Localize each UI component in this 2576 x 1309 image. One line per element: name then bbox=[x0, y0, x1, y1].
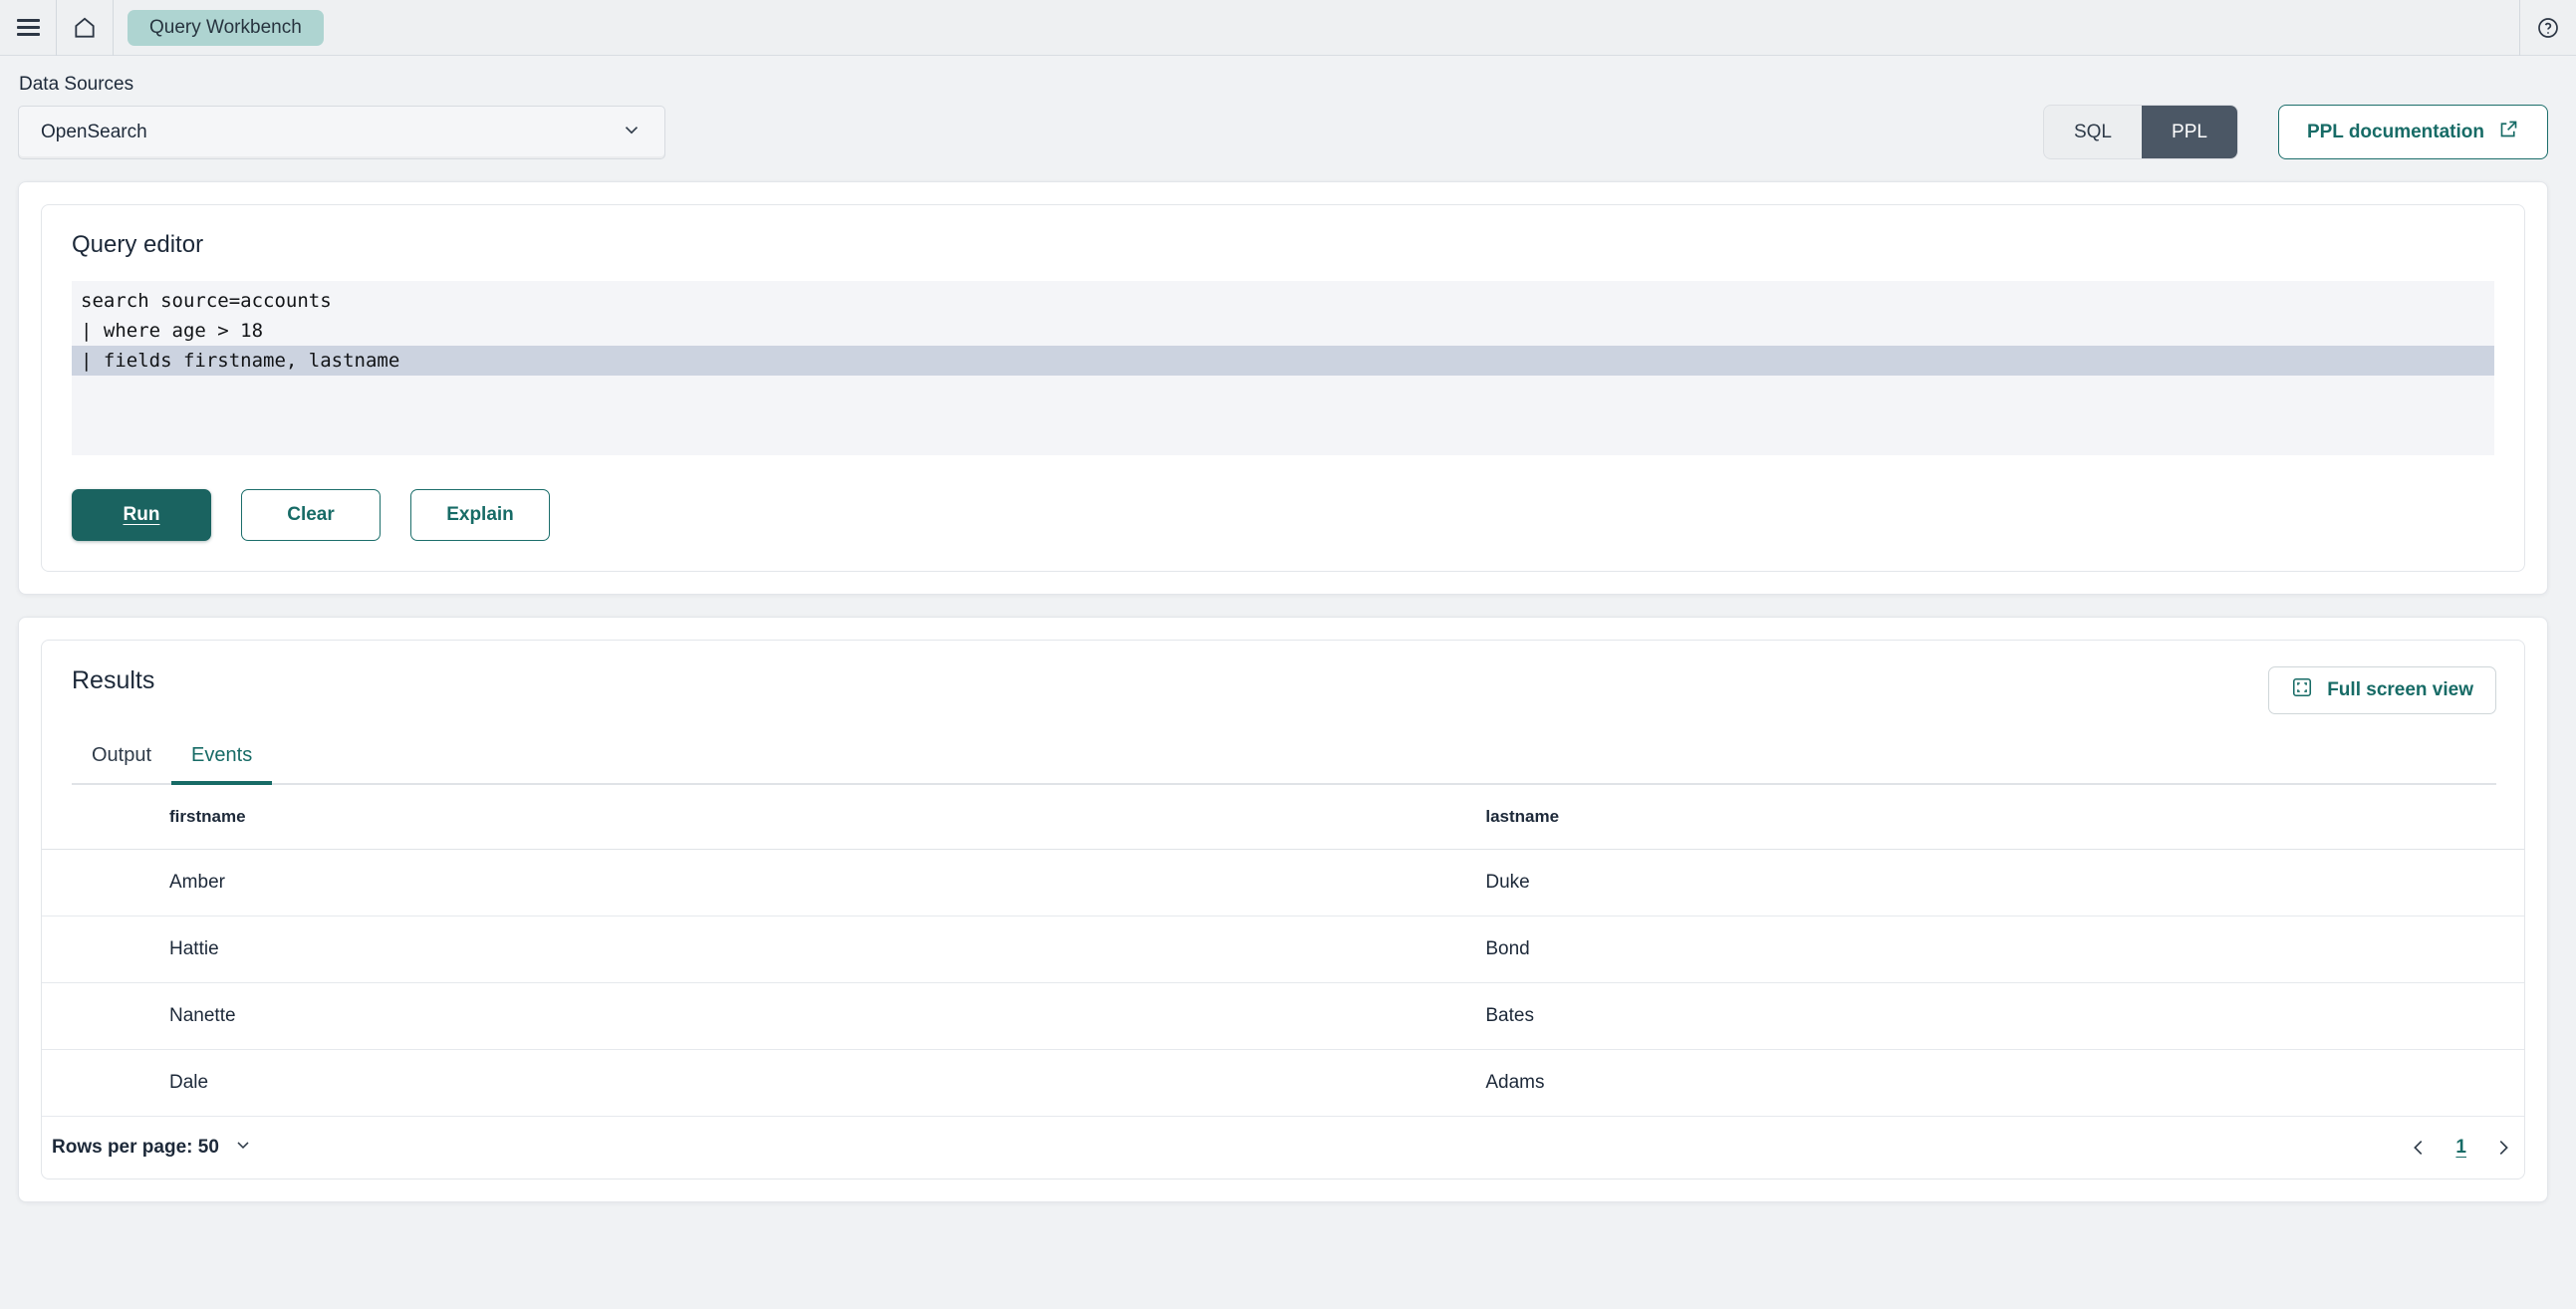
results-table-header: firstname lastname bbox=[42, 785, 2524, 850]
query-language-group: SQL PPL PPL documentation bbox=[2043, 105, 2548, 159]
editor-line-active: | fields firstname, lastname bbox=[72, 346, 2494, 376]
query-editor-title: Query editor bbox=[72, 231, 2494, 259]
data-source-toolbar: Data Sources OpenSearch SQL PPL PPL docu… bbox=[0, 56, 2576, 159]
topbar-right-group bbox=[2519, 0, 2576, 56]
language-option-ppl[interactable]: PPL bbox=[2142, 106, 2237, 158]
cell-firstname: Dale bbox=[42, 1050, 1481, 1117]
fullscreen-icon bbox=[2291, 676, 2313, 704]
query-editor-card: Query editor search source=accounts | wh… bbox=[41, 204, 2525, 572]
query-language-toggle[interactable]: SQL PPL bbox=[2043, 105, 2238, 159]
data-source-group: Data Sources OpenSearch bbox=[18, 74, 665, 159]
results-panel: Results Full screen view Output Events f… bbox=[18, 617, 2548, 1202]
tab-output[interactable]: Output bbox=[72, 744, 171, 783]
cell-firstname: Hattie bbox=[42, 916, 1481, 983]
table-row[interactable]: Nanette Bates bbox=[42, 983, 2524, 1050]
query-editor-panel: Query editor search source=accounts | wh… bbox=[18, 181, 2548, 595]
column-header-lastname[interactable]: lastname bbox=[1481, 785, 2524, 850]
hamburger-menu-icon bbox=[17, 19, 40, 36]
full-screen-view-button[interactable]: Full screen view bbox=[2268, 666, 2496, 714]
data-source-value: OpenSearch bbox=[41, 122, 147, 143]
cell-lastname: Bates bbox=[1481, 983, 2524, 1050]
rows-per-page-label: Rows per page: 50 bbox=[52, 1137, 219, 1159]
table-row[interactable]: Dale Adams bbox=[42, 1050, 2524, 1117]
cell-lastname: Bond bbox=[1481, 916, 2524, 983]
cell-firstname: Nanette bbox=[42, 983, 1481, 1050]
results-tabs: Output Events bbox=[72, 744, 2496, 785]
pagination: 1 bbox=[2408, 1137, 2514, 1159]
chevron-down-icon bbox=[621, 119, 643, 146]
home-button[interactable] bbox=[57, 0, 113, 56]
data-source-select[interactable]: OpenSearch bbox=[18, 106, 665, 159]
column-header-firstname[interactable]: firstname bbox=[42, 785, 1481, 850]
full-screen-view-label: Full screen view bbox=[2327, 679, 2473, 701]
chevron-down-icon bbox=[233, 1135, 253, 1161]
next-page-button[interactable] bbox=[2492, 1137, 2514, 1159]
chevron-right-icon bbox=[2492, 1137, 2514, 1159]
language-option-sql[interactable]: SQL bbox=[2044, 106, 2142, 158]
run-button[interactable]: Run bbox=[72, 489, 211, 541]
editor-line: | where age > 18 bbox=[72, 316, 2494, 346]
ppl-documentation-label: PPL documentation bbox=[2307, 122, 2484, 143]
results-table-body: Amber Duke Hattie Bond Nanette Bates Dal… bbox=[42, 850, 2524, 1117]
table-header-row: firstname lastname bbox=[42, 785, 2524, 850]
divider bbox=[113, 0, 114, 56]
data-sources-label: Data Sources bbox=[19, 74, 665, 96]
cell-firstname: Amber bbox=[42, 850, 1481, 916]
table-row[interactable]: Hattie Bond bbox=[42, 916, 2524, 983]
run-button-label: Run bbox=[124, 504, 160, 526]
table-footer: Rows per page: 50 1 bbox=[42, 1117, 2524, 1178]
tab-events[interactable]: Events bbox=[171, 744, 272, 783]
ppl-documentation-button[interactable]: PPL documentation bbox=[2278, 105, 2548, 159]
app-title-pill[interactable]: Query Workbench bbox=[128, 10, 324, 46]
help-circle-icon bbox=[2536, 16, 2560, 40]
clear-button[interactable]: Clear bbox=[241, 489, 381, 541]
results-title: Results bbox=[72, 666, 154, 695]
previous-page-button[interactable] bbox=[2408, 1137, 2430, 1159]
explain-button[interactable]: Explain bbox=[410, 489, 550, 541]
results-header: Results Full screen view bbox=[42, 666, 2524, 714]
rows-per-page-button[interactable]: Rows per page: 50 bbox=[52, 1135, 253, 1161]
home-icon bbox=[72, 15, 98, 41]
page-number-1[interactable]: 1 bbox=[2455, 1137, 2466, 1159]
external-link-icon bbox=[2498, 119, 2519, 145]
editor-line: search source=accounts bbox=[72, 286, 2494, 316]
top-navigation-bar: Query Workbench bbox=[0, 0, 2576, 56]
help-button[interactable] bbox=[2520, 0, 2576, 56]
cell-lastname: Adams bbox=[1481, 1050, 2524, 1117]
chevron-left-icon bbox=[2408, 1137, 2430, 1159]
results-table: firstname lastname Amber Duke Hattie Bon… bbox=[42, 785, 2524, 1117]
hamburger-menu-button[interactable] bbox=[0, 0, 56, 56]
cell-lastname: Duke bbox=[1481, 850, 2524, 916]
query-editor-input[interactable]: search source=accounts | where age > 18 … bbox=[72, 281, 2494, 455]
table-row[interactable]: Amber Duke bbox=[42, 850, 2524, 916]
query-action-buttons: Run Clear Explain bbox=[72, 489, 2494, 541]
results-card: Results Full screen view Output Events f… bbox=[41, 640, 2525, 1179]
